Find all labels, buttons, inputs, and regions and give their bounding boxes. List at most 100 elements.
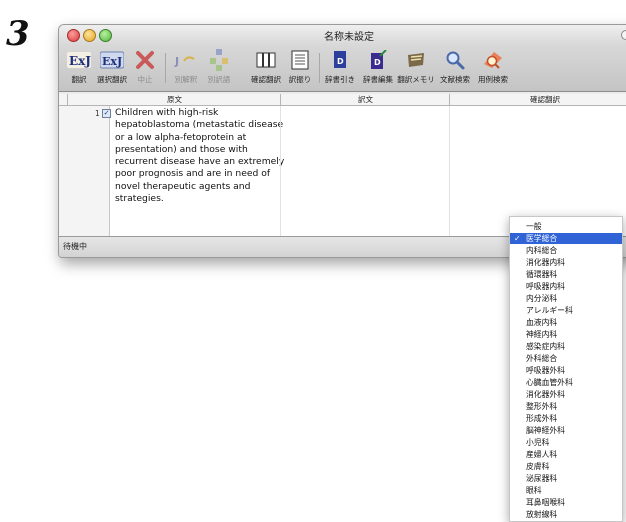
dropdown-option-label: 産婦人科 (526, 450, 558, 459)
column-divider (449, 106, 450, 236)
column-header-source[interactable]: 原文 (67, 94, 281, 105)
dropdown-option-label: 血液内科 (526, 318, 558, 327)
dropdown-option[interactable]: 脳神経外科 (510, 425, 622, 436)
dropdown-option-label: 一般 (526, 222, 542, 231)
column-divider (280, 106, 281, 236)
toolbar-toggle-button[interactable] (621, 30, 626, 40)
row-gutter (59, 106, 110, 236)
dropdown-option-label: 外科総合 (526, 354, 558, 363)
svg-text:ExJ: ExJ (69, 54, 91, 68)
dropdown-option[interactable]: 神経内科 (510, 329, 622, 340)
toolbar-separator (165, 53, 166, 83)
stop-x-icon (133, 47, 157, 73)
example-search-icon (475, 47, 511, 73)
dropdown-option-label: 消化器外科 (526, 390, 565, 399)
status-text: 待機中 (63, 242, 87, 251)
column-header-translation[interactable]: 訳文 (280, 94, 450, 105)
example-search-button[interactable]: 用例検索 (475, 47, 511, 85)
dropdown-option-label: 眼科 (526, 486, 542, 495)
svg-text:D: D (337, 57, 344, 66)
dropdown-option[interactable]: 循環器科 (510, 269, 622, 280)
dropdown-option-label: 感染症内科 (526, 342, 565, 351)
column-header-confirm[interactable]: 確認翻訳 (449, 94, 626, 105)
dropdown-option-label: 医学総合 (526, 234, 558, 243)
dropdown-option-label: 形成外科 (526, 414, 558, 423)
dropdown-option[interactable]: 耳鼻咽喉科 (510, 497, 622, 508)
dropdown-option-label: 循環器科 (526, 270, 558, 279)
toolbar: ExJ 翻訳 ExJ 選択翻訳 中止 J 別解釈 別訳語 確認翻訳 訳振り D … (59, 45, 626, 92)
dictionary-edit-icon: D (361, 47, 395, 73)
literature-search-icon (437, 47, 473, 73)
dropdown-option[interactable]: ✓ 医学総合 (510, 233, 622, 244)
svg-text:D: D (374, 58, 381, 67)
dictionary-lookup-icon: D (323, 47, 357, 73)
row-number: 1 (95, 109, 100, 118)
dropdown-option[interactable]: 心臓血管外科 (510, 377, 622, 388)
selection-translate-button[interactable]: ExJ 選択翻訳 (95, 47, 129, 85)
dropdown-option-label: 内分泌科 (526, 294, 558, 303)
dictionary-lookup-button[interactable]: D 辞書引き (323, 47, 357, 85)
alt-interpretation-icon: J (171, 47, 201, 73)
header-blank (59, 94, 67, 105)
interlinear-button[interactable]: 訳振り (285, 47, 315, 85)
dropdown-option[interactable]: 放射線科 (510, 509, 622, 520)
dropdown-option-label: 神経内科 (526, 330, 558, 339)
dropdown-option-label: 呼吸器外科 (526, 366, 565, 375)
confirm-translate-button[interactable]: 確認翻訳 (248, 47, 284, 85)
source-text[interactable]: Children with high-risk hepatoblastoma (… (115, 107, 291, 205)
dropdown-option[interactable]: 形成外科 (510, 413, 622, 424)
translate-button[interactable]: ExJ 翻訳 (65, 47, 93, 85)
alt-interpretation-button[interactable]: J 別解釈 (171, 47, 201, 85)
dropdown-option[interactable]: 産婦人科 (510, 449, 622, 460)
toolbar-separator (319, 53, 320, 83)
dropdown-option-label: 心臓血管外科 (526, 378, 573, 387)
dropdown-option[interactable]: 内科総合 (510, 245, 622, 256)
svg-text:ExJ: ExJ (102, 55, 122, 68)
dropdown-option[interactable]: 消化器内科 (510, 257, 622, 268)
dropdown-option[interactable]: 外科総合 (510, 353, 622, 364)
dropdown-option[interactable]: 呼吸器内科 (510, 281, 622, 292)
checkmark-icon: ✓ (514, 234, 521, 243)
dropdown-option[interactable]: 血液内科 (510, 317, 622, 328)
dropdown-option-label: 消化器内科 (526, 258, 565, 267)
dropdown-option-label: 耳鼻咽喉科 (526, 498, 565, 507)
dropdown-option-label: 皮膚科 (526, 462, 550, 471)
dropdown-option[interactable]: アレルギー科 (510, 305, 622, 316)
dropdown-option-label: 放射線科 (526, 510, 558, 519)
dropdown-option-label: 小児科 (526, 438, 550, 447)
dropdown-option[interactable]: 感染症内科 (510, 341, 622, 352)
field-dropdown-menu: 一般 ✓ 医学総合内科総合消化器内科循環器科呼吸器内科内分泌科アレルギー科 血液内科神… (509, 216, 623, 522)
dropdown-option-label: 泌尿器科 (526, 474, 558, 483)
dropdown-option[interactable]: 泌尿器科 (510, 473, 622, 484)
exj-select-translate-icon: ExJ (95, 47, 129, 73)
window-title: 名称未設定 (324, 32, 374, 43)
translation-memory-icon (397, 47, 435, 73)
dropdown-option-label: 整形外科 (526, 402, 558, 411)
dropdown-option[interactable]: 消化器外科 (510, 389, 622, 400)
literature-search-button[interactable]: 文献検索 (437, 47, 473, 85)
dropdown-option[interactable]: 呼吸器外科 (510, 365, 622, 376)
svg-text:J: J (174, 55, 179, 68)
dropdown-option-label: 脳神経外科 (526, 426, 565, 435)
confirm-translate-icon (248, 47, 284, 73)
step-number: 3 (6, 14, 30, 54)
stop-button[interactable]: 中止 (133, 47, 157, 85)
alt-term-icon (204, 47, 234, 73)
dropdown-option[interactable]: 眼科 (510, 485, 622, 496)
column-header-row: 原文 訳文 確認翻訳 (59, 94, 626, 106)
alt-term-button[interactable]: 別訳語 (204, 47, 234, 85)
row-checkbox[interactable]: ✓ (102, 109, 111, 118)
title-bar: 名称未設定 (59, 25, 626, 45)
dropdown-option[interactable]: 皮膚科 (510, 461, 622, 472)
dropdown-option[interactable]: 小児科 (510, 437, 622, 448)
interlinear-icon (285, 47, 315, 73)
dropdown-option[interactable]: 一般 (510, 221, 622, 232)
dropdown-option[interactable]: 整形外科 (510, 401, 622, 412)
exj-translate-icon: ExJ (65, 47, 93, 73)
dropdown-option-label: アレルギー科 (526, 306, 573, 315)
dropdown-option-label: 内科総合 (526, 246, 558, 255)
dropdown-option-label: 呼吸器内科 (526, 282, 565, 291)
dropdown-option[interactable]: 内分泌科 (510, 293, 622, 304)
translation-memory-button[interactable]: 翻訳メモリ (397, 47, 435, 85)
dictionary-edit-button[interactable]: D 辞書編集 (361, 47, 395, 85)
